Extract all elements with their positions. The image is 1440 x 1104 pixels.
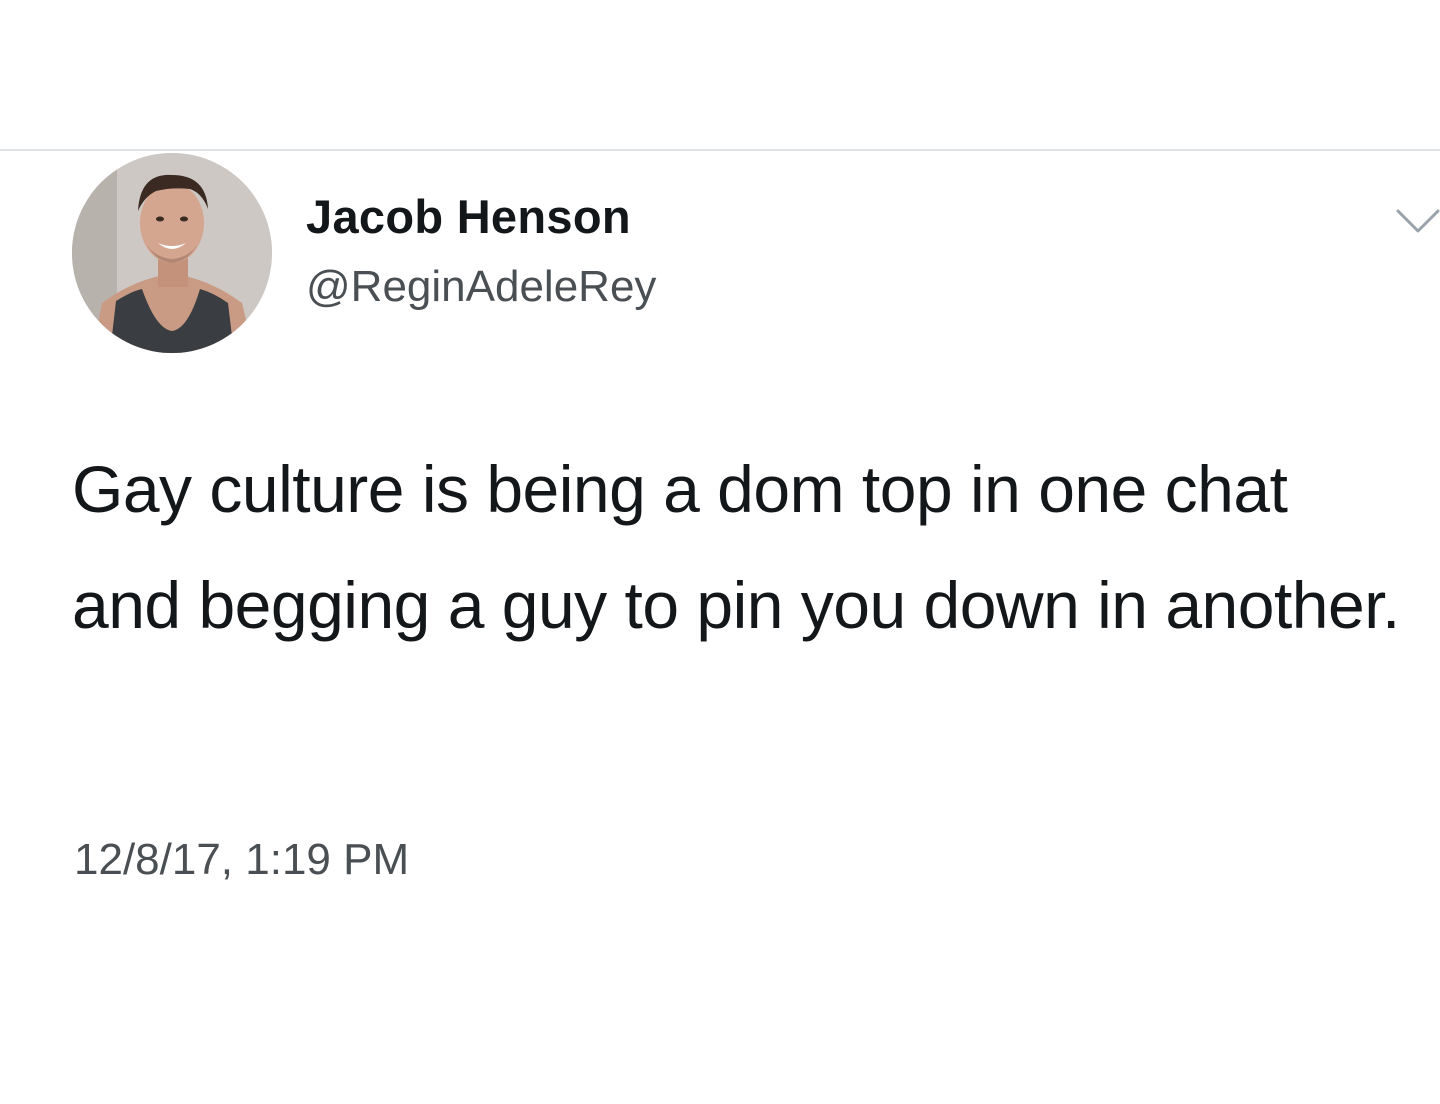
avatar-photo [72, 153, 272, 353]
tweet-text: Gay culture is being a dom top in one ch… [72, 452, 1400, 642]
tweet-screenshot: Jacob Henson @ReginAdeleRey Gay culture … [0, 0, 1440, 1104]
author-display-name[interactable]: Jacob Henson [306, 189, 631, 244]
author-handle[interactable]: @ReginAdeleRey [306, 262, 656, 312]
tweet-card: Jacob Henson @ReginAdeleRey Gay culture … [0, 151, 1440, 1104]
chevron-down-icon[interactable] [1396, 207, 1440, 237]
avatar[interactable] [72, 153, 272, 353]
tweet-timestamp[interactable]: 12/8/17, 1:19 PM [74, 835, 409, 885]
